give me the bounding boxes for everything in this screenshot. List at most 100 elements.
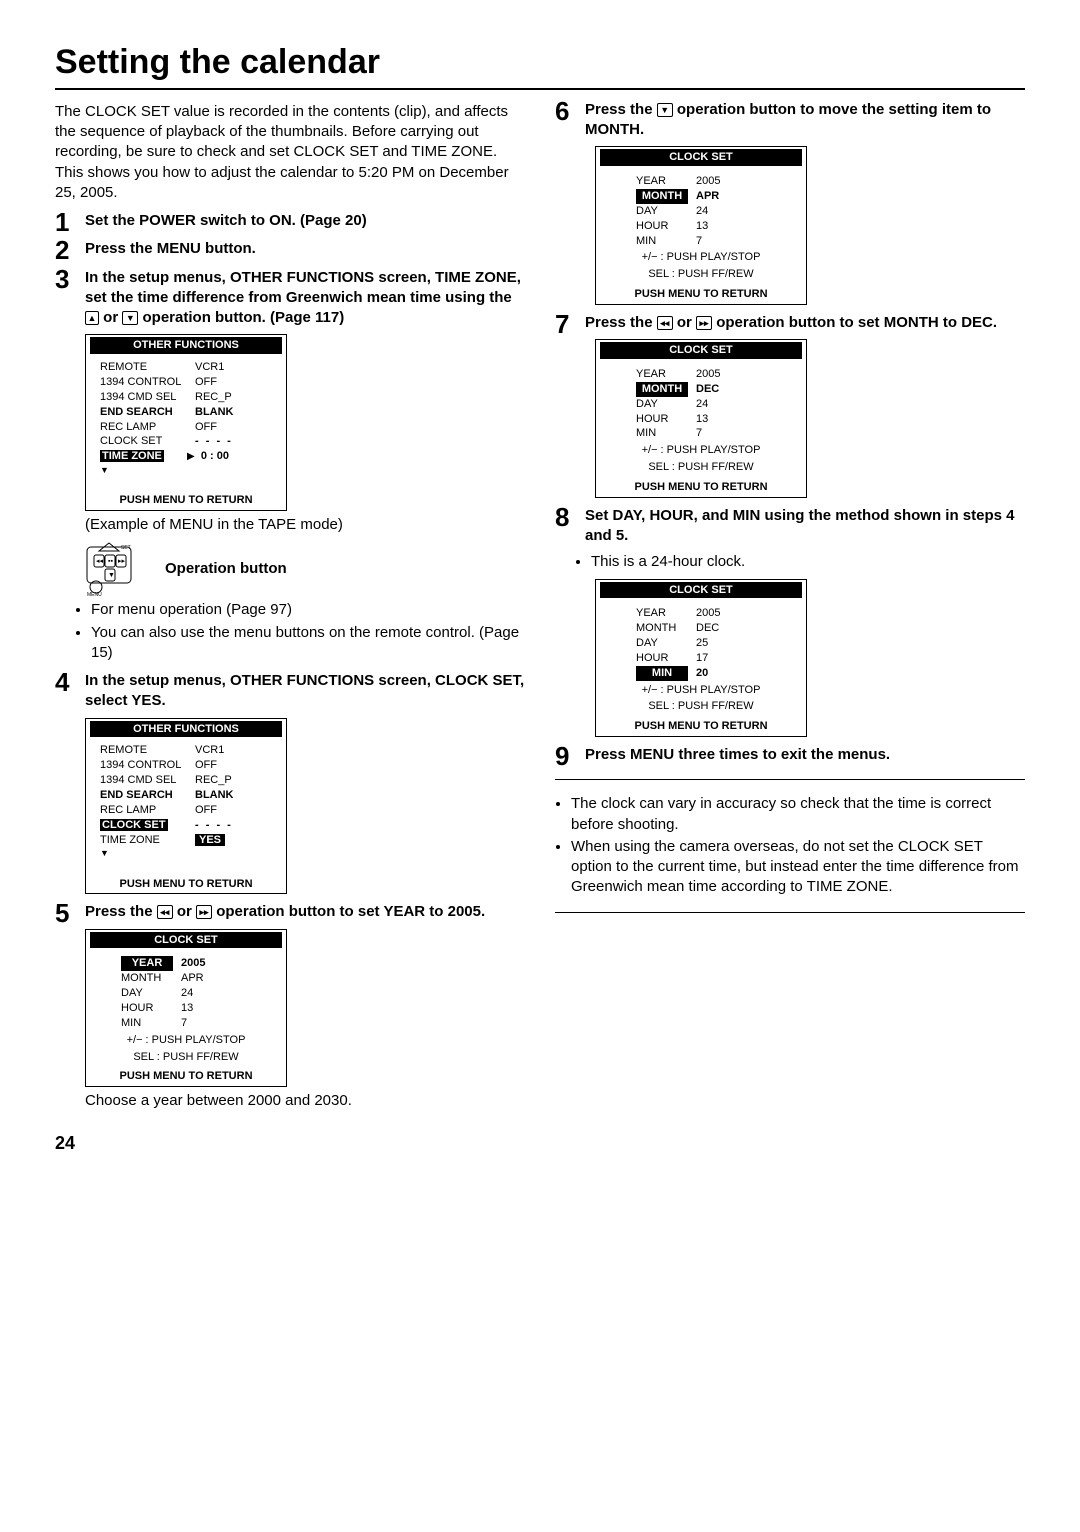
text-fragment: or	[177, 903, 196, 920]
field-key: YEAR	[636, 174, 696, 189]
up-icon: ▲	[85, 311, 99, 325]
menu-key: END SEARCH	[100, 788, 195, 803]
menu-val: OFF	[195, 758, 217, 773]
page-title: Setting the calendar	[55, 40, 1025, 90]
field-highlight: MONTH	[636, 382, 688, 397]
field-key: MIN	[121, 1016, 181, 1031]
step-text: Press the ◂◂ or ▸▸ operation button to s…	[85, 903, 485, 920]
step-text: Press the ◂◂ or ▸▸ operation button to s…	[585, 314, 997, 331]
hint-text: +/− : PUSH PLAY/STOP	[600, 443, 802, 458]
field-val: 13	[696, 219, 736, 234]
field-key: MIN	[636, 426, 696, 441]
step-6: 6 Press the ▼ operation button to move t…	[555, 100, 1025, 141]
text-fragment: operation button to set YEAR to 2005.	[216, 903, 485, 920]
field-key: HOUR	[636, 412, 696, 427]
menu-val: BLANK	[195, 788, 234, 803]
step-3-notes: For menu operation (Page 97) You can als…	[77, 600, 525, 663]
field-val: 2005	[696, 174, 736, 189]
field-val: DEC	[696, 621, 736, 636]
step-7: 7 Press the ◂◂ or ▸▸ operation button to…	[555, 313, 1025, 333]
field-key: HOUR	[636, 219, 696, 234]
operation-button-diagram: SET ◂◂ ▪▪ ▸▸ ▼ MENU Operation button	[85, 541, 525, 596]
field-key: DAY	[636, 397, 696, 412]
ff-icon: ▸▸	[196, 905, 212, 919]
text-fragment: Press the	[585, 314, 657, 331]
ff-icon: ▸▸	[696, 316, 712, 330]
step-text: Press the ▼ operation button to move the…	[585, 101, 991, 138]
field-val: APR	[696, 189, 736, 204]
step-text: Press MENU three times to exit the menus…	[585, 746, 890, 763]
field-key: MONTH	[636, 621, 696, 636]
step-text: In the setup menus, OTHER FUNCTIONS scre…	[85, 672, 524, 709]
hint-text: SEL : PUSH FF/REW	[600, 699, 802, 714]
field-val: 7	[696, 234, 736, 249]
step-2: 2 Press the MENU button.	[55, 239, 525, 259]
other-functions-menu-1: OTHER FUNCTIONS REMOTEVCR1 1394 CONTROLO…	[85, 334, 287, 511]
menu-footer: PUSH MENU TO RETURN	[86, 490, 286, 510]
field-val: 17	[696, 651, 736, 666]
menu-key: 1394 CMD SEL	[100, 773, 195, 788]
menu-footer: PUSH MENU TO RETURN	[86, 1066, 286, 1086]
clock-set-menu-month-dec: CLOCK SET YEAR2005 MONTHDEC DAY24 HOUR13…	[595, 339, 807, 498]
field-highlight: MONTH	[636, 189, 688, 204]
menu-footer: PUSH MENU TO RETURN	[86, 874, 286, 894]
list-item: The clock can vary in accuracy so check …	[571, 794, 1025, 835]
field-key: MIN	[636, 234, 696, 249]
svg-text:▸▸: ▸▸	[118, 558, 126, 565]
divider	[555, 779, 1025, 780]
text-fragment: operation button to set MONTH to DEC.	[716, 314, 997, 331]
divider	[555, 912, 1025, 913]
svg-text:MENU: MENU	[87, 592, 102, 596]
menu-key: CLOCK SET	[100, 434, 195, 449]
menu-caption: (Example of MENU in the TAPE mode)	[85, 515, 525, 535]
field-val: 24	[696, 204, 736, 219]
menu-title: CLOCK SET	[600, 342, 802, 359]
field-val: 13	[696, 412, 736, 427]
control-pad-icon: SET ◂◂ ▪▪ ▸▸ ▼ MENU	[85, 541, 155, 596]
field-val: DEC	[696, 382, 736, 397]
step-number: 6	[555, 94, 569, 129]
down-icon: ▼	[122, 311, 138, 325]
step-text: In the setup menus, OTHER FUNCTIONS scre…	[85, 269, 521, 327]
step-text: Press the MENU button.	[85, 240, 256, 257]
menu-key: 1394 CONTROL	[100, 375, 195, 390]
menu-val: OFF	[195, 803, 217, 818]
step-1: 1 Set the POWER switch to ON. (Page 20)	[55, 211, 525, 231]
clock-set-menu-year: CLOCK SET YEAR2005 MONTHAPR DAY24 HOUR13…	[85, 929, 287, 1088]
menu-key: 1394 CMD SEL	[100, 390, 195, 405]
step-number: 4	[55, 665, 69, 700]
step-number: 5	[55, 896, 69, 931]
step-number: 8	[555, 500, 569, 535]
menu-key: 1394 CONTROL	[100, 758, 195, 773]
menu-val: OFF	[195, 375, 217, 390]
menu-key: REC LAMP	[100, 420, 195, 435]
step-5: 5 Press the ◂◂ or ▸▸ operation button to…	[55, 902, 525, 922]
text-fragment: In the setup menus, OTHER FUNCTIONS scre…	[85, 269, 521, 306]
menu-key: REMOTE	[100, 743, 195, 758]
list-item: For menu operation (Page 97)	[91, 600, 525, 620]
menu-val: OFF	[195, 420, 217, 435]
menu-key: REC LAMP	[100, 803, 195, 818]
field-key: HOUR	[636, 651, 696, 666]
svg-text:▪▪: ▪▪	[108, 558, 113, 565]
svg-text:◂◂: ◂◂	[96, 558, 104, 565]
text-fragment: or	[677, 314, 696, 331]
menu-footer: PUSH MENU TO RETURN	[596, 284, 806, 304]
field-val: 7	[696, 426, 736, 441]
menu-val: VCR1	[195, 743, 224, 758]
menu-val-highlight: YES	[195, 834, 225, 846]
field-val: 7	[181, 1016, 221, 1031]
menu-val: REC_P	[195, 390, 232, 405]
hint-text: SEL : PUSH FF/REW	[600, 267, 802, 282]
text-fragment: operation button. (Page 117)	[143, 309, 345, 326]
page-number: 24	[55, 1131, 1025, 1155]
menu-val: - - - -	[195, 434, 233, 449]
field-val: 2005	[696, 367, 736, 382]
hint-text: SEL : PUSH FF/REW	[600, 460, 802, 475]
hint-text: +/− : PUSH PLAY/STOP	[600, 250, 802, 265]
clock-set-menu-final: CLOCK SET YEAR2005 MONTHDEC DAY25 HOUR17…	[595, 579, 807, 738]
step-text: Set DAY, HOUR, and MIN using the method …	[585, 507, 1015, 544]
menu-title: CLOCK SET	[90, 932, 282, 949]
field-key: DAY	[636, 636, 696, 651]
operation-button-label: Operation button	[165, 559, 287, 579]
